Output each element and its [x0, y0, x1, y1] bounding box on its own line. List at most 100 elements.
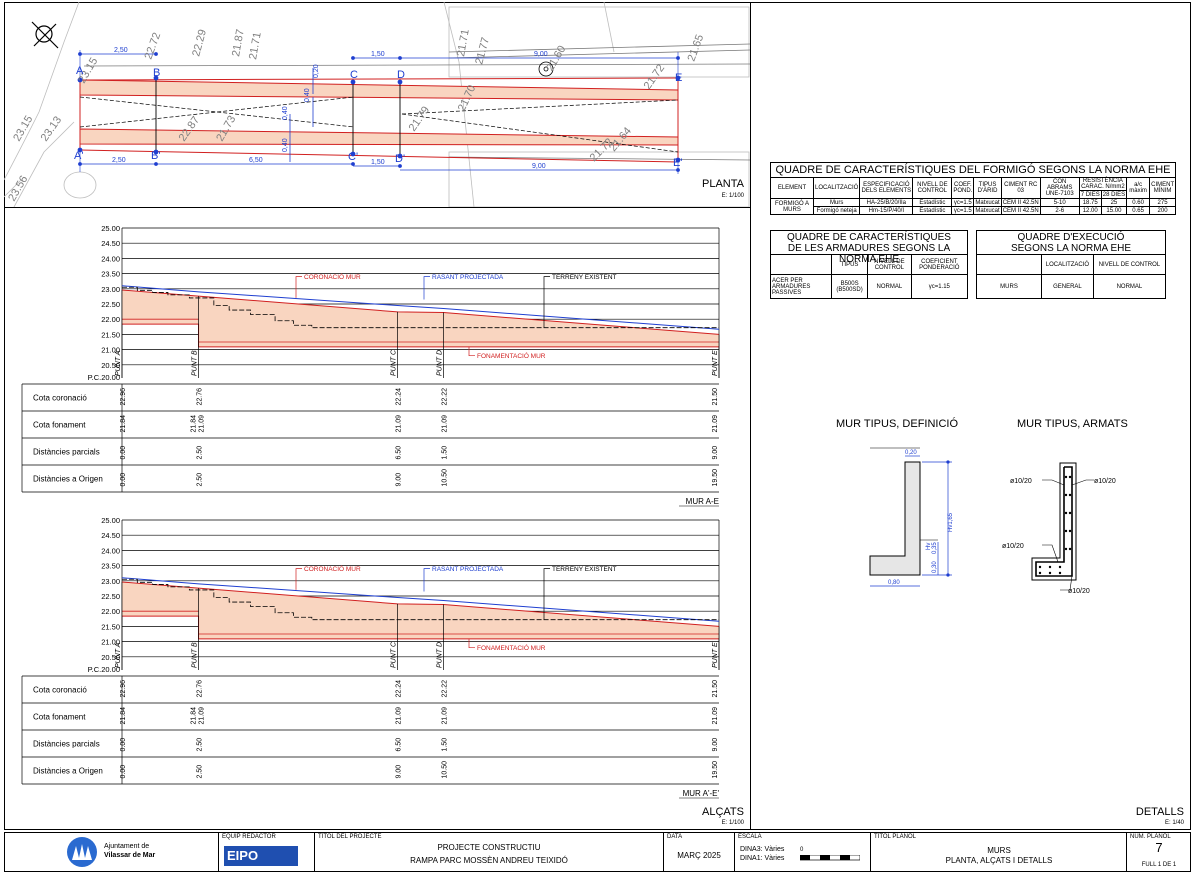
profile-name: MUR A'-E'	[683, 789, 720, 798]
h-element: ELEMENT	[770, 177, 814, 199]
table-cell: 22.96	[120, 680, 127, 698]
plan-title: PLANTA	[702, 178, 744, 190]
point-label-a2: A'	[74, 150, 83, 162]
point-label: PUNT D	[436, 642, 443, 668]
terreny-label: TERRENY EXISTENT	[552, 566, 617, 573]
table-cell: 21.50	[712, 388, 719, 406]
fonamentacio-leader	[468, 638, 475, 649]
table-cell: 9.00	[712, 446, 719, 460]
scale-a1: DINA1: Vàries	[740, 855, 785, 862]
row-label: Distàncies a Origen	[33, 475, 103, 484]
table-cell: 22.24	[396, 680, 403, 698]
y-tick-label: 24.50	[101, 531, 120, 540]
table-cell: 22.22	[441, 388, 448, 406]
team-label: EQUIP REDACTOR	[222, 834, 276, 840]
fonamentacio-label: FONAMENTACIÓ MUR	[477, 351, 546, 360]
point-label-c: C	[350, 69, 358, 81]
y-tick-label: 21.50	[101, 330, 120, 339]
scale-a3: DINA3: Vàries	[740, 846, 785, 853]
point-label: PUNT B	[192, 642, 199, 668]
table-cell: 21.84	[191, 415, 198, 433]
project-line2: RAMPA PARC MOSSÈN ANDREU TEIXIDÓ	[410, 856, 568, 865]
table-row: ACER PER ARMADURES PASSIVES B500S (B500S…	[770, 274, 969, 299]
y-tick-label: 24.00	[101, 254, 120, 263]
point-label: PUNT E	[712, 350, 719, 376]
details-scale: E: 1/40	[1164, 820, 1184, 826]
quadre-armadures-table: TIPUS NIVELL DE CONTROL COEFICIENT PONDE…	[770, 254, 969, 299]
small-dim-3: 0,40	[282, 106, 289, 120]
point-label-b: B	[153, 67, 160, 79]
dim-bottom-3: 1,50	[371, 159, 385, 166]
row-label: Cota fonament	[33, 713, 86, 722]
quadre-formigo-title: QUADRE DE CARACTERÍSTIQUES DEL FORMIGÓ S…	[770, 162, 1176, 177]
rasant-leader	[423, 276, 430, 300]
team-logo-text: EIPO	[227, 848, 259, 863]
y-tick-label: 22.50	[101, 592, 120, 601]
team-logo: EIPO	[224, 846, 298, 866]
contour-label: 23.13	[39, 114, 65, 143]
y-tick-label: 23.00	[101, 577, 120, 586]
small-dim-2: 0,40	[304, 88, 311, 102]
contour-label: 22.72	[143, 31, 164, 61]
sheet-info: FULL 1 DE 1	[1141, 862, 1177, 868]
point-label-e: E	[675, 72, 682, 84]
point-label: PUNT B	[192, 350, 199, 376]
wall-definition-drawing: 0,20 Hv1,65 Hv 0,35 0,30 0,80	[869, 447, 954, 587]
contour-label: 21.87	[230, 28, 247, 57]
row-label: Cota coronació	[33, 394, 87, 403]
terreny-leader	[543, 568, 550, 620]
table-cell: 22.24	[396, 388, 403, 406]
section-profile-1: 25.00 24.50 24.00 23.50 23.00 22.50 22.00 21.50…	[21, 224, 720, 507]
bar-label-2: ø10/20	[1002, 543, 1024, 550]
table-cell: 9.00	[396, 473, 403, 487]
def-dim-5: 0,80	[888, 580, 900, 586]
municipality-line2: Vilassar de Mar	[104, 852, 156, 859]
plan-scale: E: 1/100	[721, 193, 744, 199]
project-line1: PROJECTE CONSTRUCTIU	[437, 843, 541, 852]
sections-title: ALÇATS	[702, 806, 744, 818]
y-tick-label: 24.50	[101, 239, 120, 248]
row-label: Cota coronació	[33, 686, 87, 695]
point-label-b2: B'	[151, 150, 160, 162]
details-title: DETALLS	[1135, 806, 1184, 818]
table-cell: 6.50	[396, 446, 403, 460]
y-tick-label: 22.00	[101, 315, 120, 324]
plan-drawing: 23.15 22.72 22.29 21.87 21.71 21.71 21.7…	[4, 2, 750, 207]
contour-label: 21.71	[455, 28, 472, 57]
coronacio-label: CORONACIÓ MUR	[304, 564, 361, 573]
table-row: FORMIGÓ A MURS Murs HA-25/B/20/IIa Estadís…	[770, 198, 1176, 215]
y-tick-label: 22.00	[101, 607, 120, 616]
coronacio-leader	[295, 276, 302, 298]
y-tick-label: 22.50	[101, 300, 120, 309]
y-tick-label: 24.00	[101, 546, 120, 555]
quadre-formigo-table: ELEMENT LOCALITZACIÓ ESPECIFICACIÓ DELS …	[770, 177, 1176, 215]
contour-label: 21.65	[686, 33, 707, 63]
coronacio-leader	[295, 568, 302, 590]
scale-label: ESCALA	[738, 834, 762, 840]
table-row: Formigó neteja Hm-15/P/40/I Estadístic γc=1…	[771, 206, 1176, 215]
row-label: Distàncies a Origen	[33, 767, 103, 776]
dim-bottom-2: 6,50	[249, 157, 263, 164]
rasant-label: RASANT PROJECTADA	[432, 274, 504, 281]
def-dim-1: Hv1,65	[948, 512, 954, 532]
row-label: Distàncies parcials	[33, 740, 100, 749]
table-cell: 2.50	[197, 473, 204, 487]
profile-name: MUR A-E	[686, 497, 719, 506]
plan-title-label: TÍTOL PLÀNOL	[874, 834, 917, 840]
rasant-label: RASANT PROJECTADA	[432, 566, 504, 573]
date-label: DATA	[667, 834, 683, 840]
y-tick-label: 23.50	[101, 270, 120, 279]
point-label: PUNT A	[115, 350, 122, 376]
table-cell: 22.76	[197, 388, 204, 406]
table-cell: 19.50	[712, 761, 719, 779]
point-label-d: D	[397, 69, 405, 81]
point-label: PUNT D	[436, 350, 443, 376]
point-label-e2: E'	[673, 157, 682, 169]
point-label: PUNT C	[391, 641, 398, 668]
plan-title-line2: PLANTA, ALÇATS I DETALLS	[945, 856, 1053, 865]
table-cell: 0.00	[120, 765, 127, 779]
bar-label-1: ø10/20	[1094, 478, 1116, 485]
dim-top-1: 2,50	[114, 47, 128, 54]
table-cell: 21.50	[712, 680, 719, 698]
date-value: MARÇ 2025	[677, 851, 721, 860]
